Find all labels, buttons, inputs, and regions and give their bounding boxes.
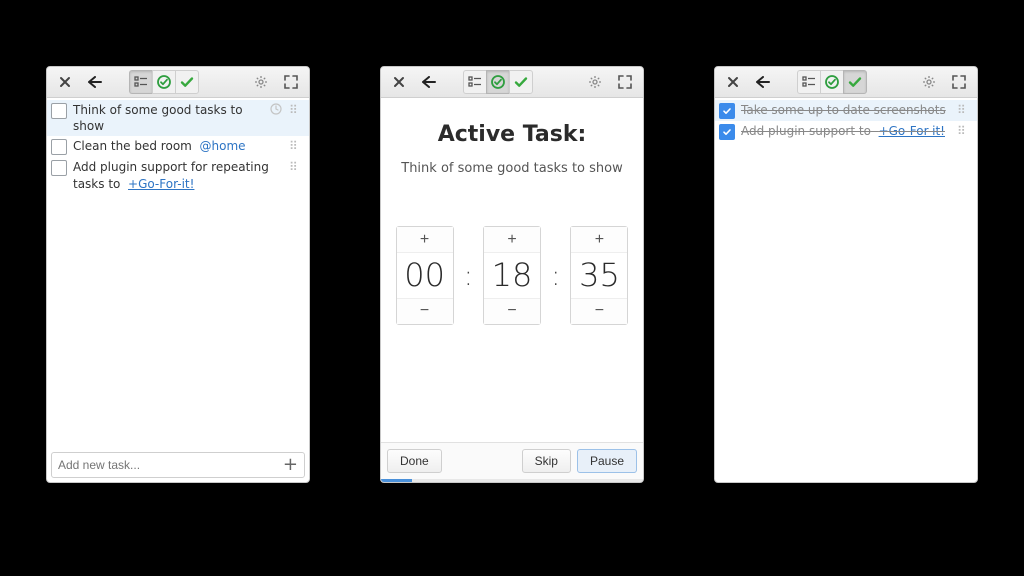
window-done: Take some up to date screenshots ⠿ Add p… <box>714 66 978 483</box>
hours-minus-button[interactable]: − <box>397 298 453 324</box>
skip-button[interactable]: Skip <box>522 449 571 473</box>
task-checkbox[interactable] <box>51 103 67 119</box>
fullscreen-button[interactable] <box>947 70 971 94</box>
settings-button[interactable] <box>583 70 607 94</box>
view-done-button[interactable] <box>175 70 199 94</box>
task-row[interactable]: Clean the bed room @home ⠿ <box>47 136 309 157</box>
task-link[interactable]: +Go-For-it! <box>879 124 945 138</box>
toolbar <box>715 67 977 98</box>
task-checkbox[interactable] <box>51 139 67 155</box>
view-list-button[interactable] <box>797 70 820 94</box>
task-row[interactable]: Add plugin support to +Go-For-it! ⠿ <box>715 121 977 142</box>
seconds-value: 35 <box>571 253 627 298</box>
timer-seconds: + 35 − <box>570 226 628 325</box>
timer-hours: + 00 − <box>396 226 454 325</box>
add-task-input[interactable] <box>56 457 281 473</box>
colon: : <box>464 259 473 292</box>
fullscreen-button[interactable] <box>613 70 637 94</box>
drag-handle-icon[interactable]: ⠿ <box>957 104 971 116</box>
back-button[interactable] <box>83 70 107 94</box>
view-active-button[interactable] <box>152 70 175 94</box>
minutes-plus-button[interactable]: + <box>484 227 540 253</box>
fullscreen-button[interactable] <box>279 70 303 94</box>
clock-icon <box>269 103 283 115</box>
pause-button[interactable]: Pause <box>577 449 637 473</box>
minutes-value: 18 <box>484 253 540 298</box>
hours-plus-button[interactable]: + <box>397 227 453 253</box>
close-button[interactable] <box>721 70 745 94</box>
view-active-button[interactable] <box>820 70 843 94</box>
task-text: Add plugin support for repeating tasks t… <box>73 159 283 191</box>
active-task-text: Think of some good tasks to show <box>401 161 622 176</box>
timer: + 00 − : + 18 − : + 35 − <box>396 226 629 325</box>
window-active: Active Task: Think of some good tasks to… <box>380 66 644 483</box>
task-checkbox[interactable] <box>51 160 67 176</box>
todo-list: Think of some good tasks to show ⠿ Clean… <box>47 98 309 448</box>
view-done-button[interactable] <box>509 70 533 94</box>
window-todo: Think of some good tasks to show ⠿ Clean… <box>46 66 310 483</box>
done-button[interactable]: Done <box>387 449 442 473</box>
task-text: Clean the bed room @home <box>73 138 283 154</box>
toolbar <box>47 67 309 98</box>
task-checkbox[interactable] <box>719 124 735 140</box>
add-task-row[interactable]: + <box>51 452 305 478</box>
settings-button[interactable] <box>917 70 941 94</box>
timer-minutes: + 18 − <box>483 226 541 325</box>
colon: : <box>551 259 560 292</box>
progress-bar <box>381 479 643 482</box>
active-body: Active Task: Think of some good tasks to… <box>381 98 643 442</box>
seconds-plus-button[interactable]: + <box>571 227 627 253</box>
drag-handle-icon[interactable]: ⠿ <box>289 140 303 152</box>
task-row[interactable]: Take some up to date screenshots ⠿ <box>715 100 977 121</box>
task-context: @home <box>200 139 246 153</box>
drag-handle-icon[interactable]: ⠿ <box>957 125 971 137</box>
toolbar <box>381 67 643 98</box>
minutes-minus-button[interactable]: − <box>484 298 540 324</box>
view-list-button[interactable] <box>129 70 152 94</box>
drag-handle-icon[interactable]: ⠿ <box>289 104 303 116</box>
progress-fill <box>381 479 412 482</box>
close-button[interactable] <box>53 70 77 94</box>
hours-value: 00 <box>397 253 453 298</box>
add-task-button[interactable]: + <box>281 456 300 474</box>
close-button[interactable] <box>387 70 411 94</box>
task-row[interactable]: Think of some good tasks to show ⠿ <box>47 100 309 136</box>
task-text: Think of some good tasks to show <box>73 102 263 134</box>
view-active-button[interactable] <box>486 70 509 94</box>
task-checkbox[interactable] <box>719 103 735 119</box>
settings-button[interactable] <box>249 70 273 94</box>
back-button[interactable] <box>751 70 775 94</box>
done-list: Take some up to date screenshots ⠿ Add p… <box>715 98 977 482</box>
drag-handle-icon[interactable]: ⠿ <box>289 161 303 173</box>
view-done-button[interactable] <box>843 70 867 94</box>
back-button[interactable] <box>417 70 441 94</box>
view-list-button[interactable] <box>463 70 486 94</box>
task-row[interactable]: Add plugin support for repeating tasks t… <box>47 157 309 193</box>
task-text: Add plugin support to +Go-For-it! <box>741 123 951 139</box>
active-footer: Done Skip Pause <box>381 442 643 479</box>
task-link[interactable]: +Go-For-it! <box>128 177 194 191</box>
active-title: Active Task: <box>438 122 587 147</box>
task-text: Take some up to date screenshots <box>741 102 951 118</box>
seconds-minus-button[interactable]: − <box>571 298 627 324</box>
